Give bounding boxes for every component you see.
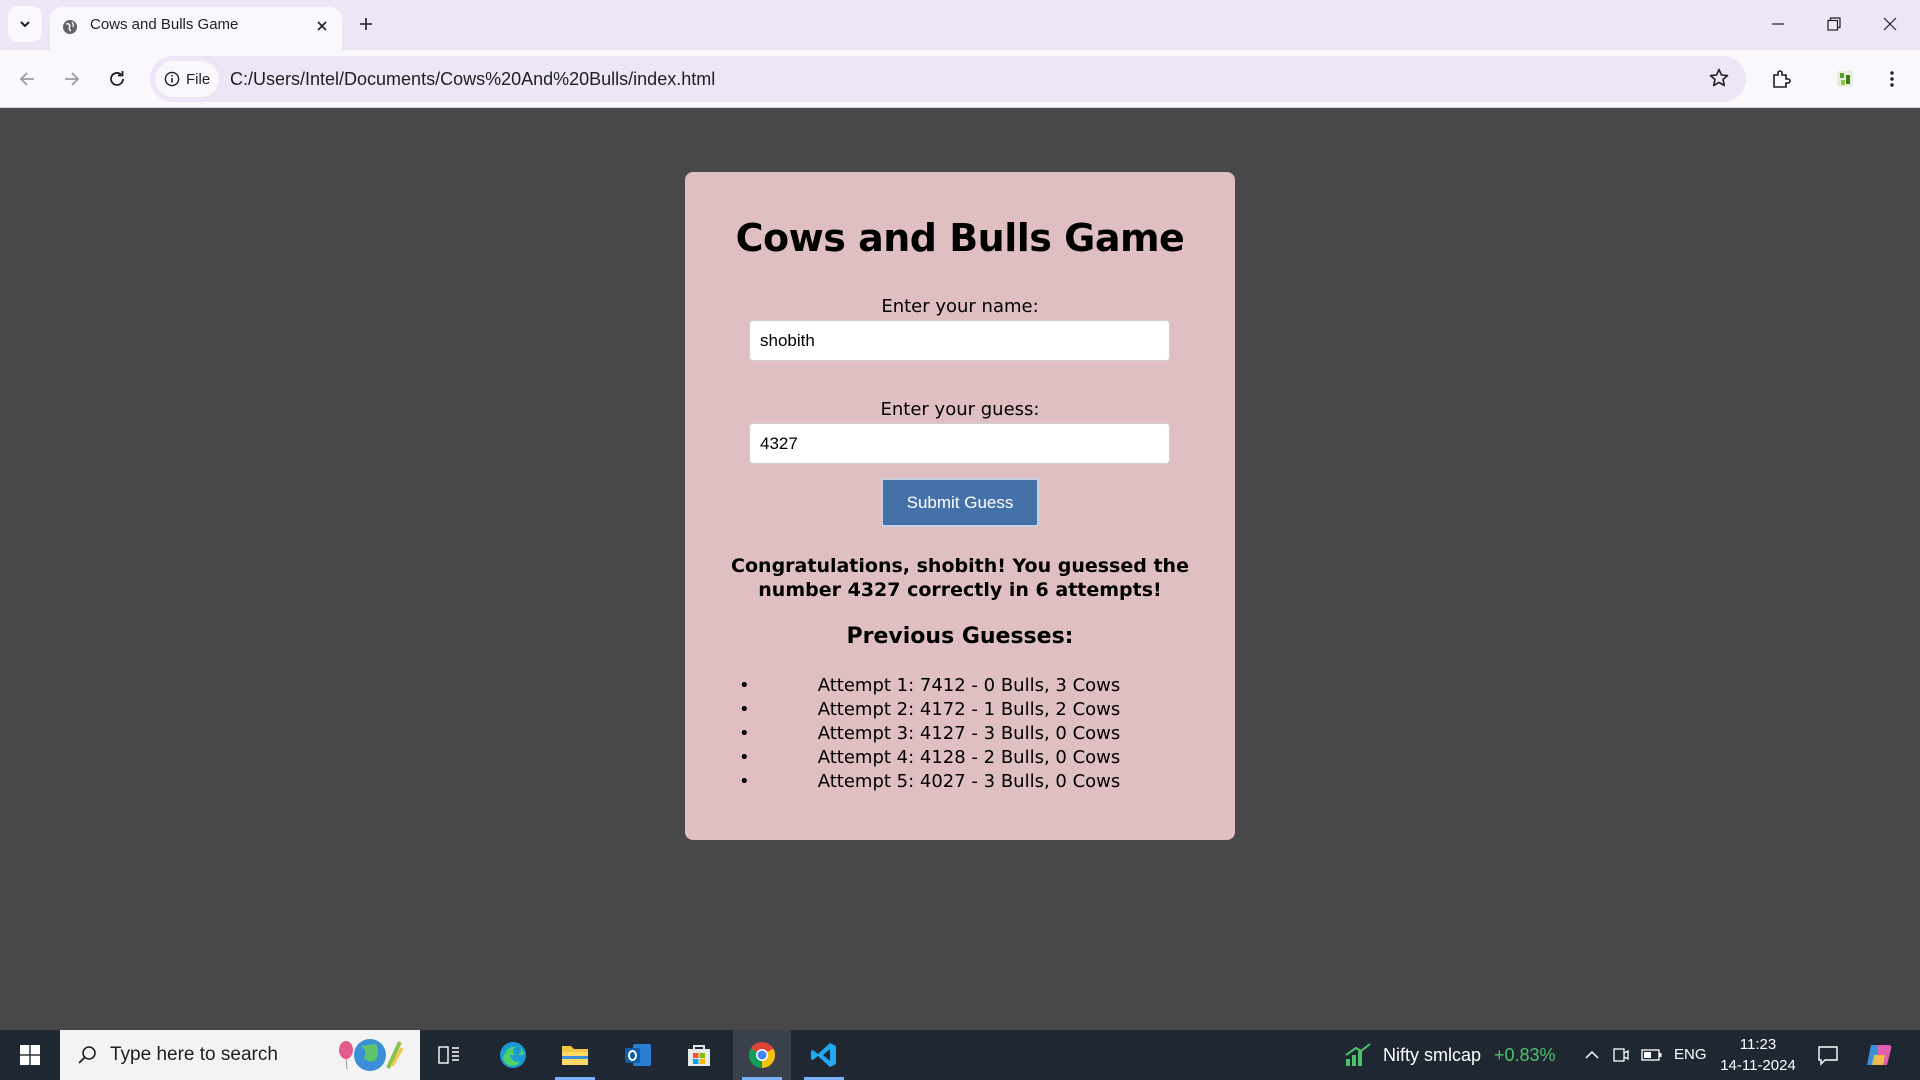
restore-button[interactable] [1806, 0, 1862, 48]
back-button[interactable] [9, 61, 45, 97]
info-icon [164, 71, 180, 87]
copilot-icon[interactable] [1865, 1042, 1893, 1068]
task-view-icon [438, 1046, 459, 1064]
tab-search-button[interactable] [8, 6, 42, 42]
restore-icon [1827, 17, 1841, 31]
close-window-button[interactable] [1862, 0, 1918, 48]
game-card: Cows and Bulls Game Enter your name: sho… [685, 172, 1235, 840]
clock-time: 11:23 [1739, 1036, 1777, 1053]
chevron-down-icon [20, 21, 30, 28]
bookmark-star-icon[interactable] [1708, 67, 1730, 89]
chrome-taskbar-button[interactable] [733, 1030, 791, 1080]
start-button[interactable] [0, 1030, 60, 1080]
folder-icon [562, 1046, 588, 1065]
reload-button[interactable] [99, 61, 135, 97]
forward-button[interactable] [54, 61, 90, 97]
minimize-button[interactable] [1750, 0, 1806, 48]
chevron-up-icon[interactable] [1584, 1048, 1600, 1062]
puzzle-icon [1773, 70, 1791, 88]
address-bar[interactable]: File C:/Users/Intel/Documents/Cows%20And… [150, 56, 1746, 102]
task-view-button[interactable] [420, 1030, 478, 1080]
battery-icon[interactable] [1641, 1047, 1663, 1063]
minimize-icon [1772, 23, 1784, 25]
clock[interactable]: 11:23 14-11-2024 [1705, 1034, 1811, 1076]
chrome-icon [748, 1042, 776, 1069]
browser-tab-bar: Cows and Bulls Game [0, 0, 1920, 50]
browser-toolbar: File C:/Users/Intel/Documents/Cows%20And… [0, 50, 1920, 108]
site-info-chip[interactable]: File [155, 61, 219, 97]
stock-name[interactable]: Nifty smlcap [1383, 1030, 1481, 1080]
store-icon [688, 1045, 710, 1066]
notification-icon[interactable] [1817, 1044, 1839, 1066]
windows-logo-icon [20, 1045, 40, 1065]
stock-chart-icon [1345, 1043, 1371, 1066]
camera-icon[interactable] [1612, 1046, 1630, 1064]
vscode-taskbar-button[interactable] [795, 1030, 853, 1080]
language-indicator[interactable]: ENG [1674, 1030, 1707, 1080]
name-input[interactable]: shobith [749, 320, 1170, 361]
close-icon [317, 21, 327, 31]
guess-item: Attempt 2: 4172 - 1 Bulls, 2 Cows [739, 698, 1179, 722]
search-highlight-icon [339, 1039, 404, 1071]
guess-item: Attempt 3: 4127 - 3 Bulls, 0 Cows [739, 722, 1179, 746]
result-message: Congratulations, shobith! You guessed th… [731, 555, 1189, 601]
browser-tab[interactable]: Cows and Bulls Game [50, 7, 342, 50]
windows-taskbar: Type here to search Nifty smlcap +0.83% … [0, 1030, 1920, 1080]
taskbar-search-box[interactable]: Type here to search [60, 1030, 420, 1080]
stock-change: +0.83% [1494, 1045, 1556, 1065]
guess-item: Attempt 5: 4027 - 3 Bulls, 0 Cows [739, 770, 1179, 794]
guess-item: Attempt 4: 4128 - 2 Bulls, 0 Cows [739, 746, 1179, 770]
guess-item: Attempt 1: 7412 - 0 Bulls, 3 Cows [739, 674, 1179, 698]
previous-guesses-heading: Previous Guesses: [846, 624, 1074, 649]
store-taskbar-button[interactable] [670, 1030, 728, 1080]
profile-avatar-icon [1837, 71, 1853, 87]
submit-guess-button[interactable]: Submit Guess [881, 478, 1039, 527]
tab-title: Cows and Bulls Game [90, 16, 239, 33]
edge-icon [500, 1042, 526, 1068]
search-placeholder: Type here to search [110, 1044, 278, 1065]
close-tab-button[interactable] [312, 16, 332, 36]
arrow-left-icon [19, 72, 34, 86]
page-title: Cows and Bulls Game [735, 216, 1185, 260]
guess-label: Enter your guess: [880, 399, 1040, 420]
more-vertical-icon [1890, 71, 1894, 87]
browser-menu-button[interactable] [1874, 61, 1910, 97]
previous-guesses-list: Attempt 1: 7412 - 0 Bulls, 3 Cows Attemp… [739, 674, 1179, 794]
new-tab-button[interactable] [352, 10, 380, 38]
clock-date: 14-11-2024 [1720, 1057, 1796, 1074]
file-explorer-taskbar-button[interactable] [546, 1030, 604, 1080]
close-icon [1883, 17, 1897, 31]
arrow-right-icon [65, 72, 80, 86]
site-chip-label: File [186, 70, 211, 88]
outlook-taskbar-button[interactable] [609, 1030, 667, 1080]
url-text[interactable]: C:/Users/Intel/Documents/Cows%20And%20Bu… [230, 56, 715, 102]
guess-input[interactable]: 4327 [749, 423, 1170, 464]
plus-icon [360, 18, 372, 30]
vscode-icon [811, 1043, 836, 1067]
outlook-icon [625, 1044, 651, 1066]
name-label: Enter your name: [881, 296, 1039, 317]
profile-button[interactable] [1827, 61, 1863, 97]
edge-taskbar-button[interactable] [484, 1030, 542, 1080]
search-icon [78, 1046, 96, 1064]
globe-icon [63, 20, 77, 34]
reload-icon [110, 71, 124, 86]
extensions-button[interactable] [1763, 61, 1799, 97]
